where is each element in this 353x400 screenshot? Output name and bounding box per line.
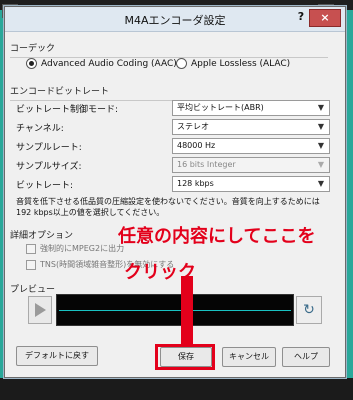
checkbox-icon [26, 243, 36, 254]
bitrate-mode-label: ビットレート制御モード: [16, 105, 119, 115]
bitrate-mode-select[interactable]: 平均ビットレート(ABR) ▼ [172, 100, 330, 116]
bitrate-section: エンコードビットレート [10, 84, 328, 101]
waveform-display [56, 294, 294, 326]
sample-rate-label: サンプルレート: [16, 143, 82, 153]
radio-unselected-icon [176, 58, 187, 69]
preview-panel: ↻ [28, 294, 322, 326]
chevron-down-icon: ▼ [317, 141, 325, 150]
codec-radio-group: Advanced Audio Coding (AAC) Apple Lossle… [16, 58, 326, 72]
cancel-button[interactable]: キャンセル [222, 347, 276, 367]
bitrate-label: ビットレート: [16, 181, 74, 191]
dialog-title: M4Aエンコーダ設定 [124, 14, 226, 27]
chevron-down-icon: ▼ [317, 179, 325, 188]
sample-size-row: サンプルサイズ: 16 bits Integer ▼ [16, 157, 330, 173]
codec-section: コーデック [10, 41, 328, 58]
sample-size-value: 16 bits Integer [177, 160, 236, 169]
reset-defaults-button[interactable]: デフォルトに戻す [16, 346, 98, 366]
force-mpeg2-label: 強制的にMPEG2に出力 [40, 244, 125, 253]
codec-radio-aac[interactable]: Advanced Audio Coding (AAC) [26, 58, 177, 69]
bitrate-mode-row: ビットレート制御モード: 平均ビットレート(ABR) ▼ [16, 100, 330, 116]
sample-rate-value: 48000 Hz [177, 141, 216, 150]
codec-section-title: コーデック [10, 44, 56, 54]
annotation-arrow [181, 276, 193, 346]
channel-row: チャンネル: ステレオ ▼ [16, 119, 330, 135]
bitrate-select[interactable]: 128 kbps ▼ [172, 176, 330, 192]
bitrate-row: ビットレート: 128 kbps ▼ [16, 176, 330, 192]
channel-value: ステレオ [177, 122, 209, 131]
chevron-down-icon: ▼ [317, 160, 325, 169]
quality-note: 音質を低下させる低品質の圧縮設定を使わないでください。音質を向上するためには19… [16, 197, 320, 217]
force-mpeg2-checkbox[interactable]: 強制的にMPEG2に出力 [26, 243, 124, 254]
channel-select[interactable]: ステレオ ▼ [172, 119, 330, 135]
channel-label: チャンネル: [16, 124, 64, 134]
bitrate-mode-value: 平均ビットレート(ABR) [177, 103, 264, 112]
title-bar: M4Aエンコーダ設定 ? × [5, 7, 345, 32]
sample-rate-row: サンプルレート: 48000 Hz ▼ [16, 138, 330, 154]
background-timeline [0, 378, 353, 400]
play-button[interactable] [28, 296, 52, 324]
help-button[interactable]: ヘルプ [282, 347, 330, 367]
sample-size-select: 16 bits Integer ▼ [172, 157, 330, 173]
bitrate-section-title: エンコードビットレート [10, 87, 110, 97]
waveform-line [59, 310, 291, 311]
codec-radio-alac[interactable]: Apple Lossless (ALAC) [176, 58, 290, 69]
chevron-down-icon: ▼ [317, 103, 325, 112]
loop-button[interactable]: ↻ [296, 296, 322, 324]
sample-size-label: サンプルサイズ: [16, 162, 82, 172]
sample-rate-select[interactable]: 48000 Hz ▼ [172, 138, 330, 154]
chevron-down-icon: ▼ [317, 122, 325, 131]
bitrate-value: 128 kbps [177, 179, 214, 188]
help-icon[interactable]: ? [295, 10, 307, 24]
codec-radio-aac-label: Advanced Audio Coding (AAC) [41, 58, 177, 69]
annotation-line-1: 任意の内容にしてここを [118, 226, 316, 247]
detail-section: 詳細オプション [10, 228, 110, 241]
close-button[interactable]: × [309, 9, 341, 27]
checkbox-icon [26, 259, 36, 270]
codec-radio-alac-label: Apple Lossless (ALAC) [191, 58, 291, 69]
annotation-highlight-box [155, 344, 215, 370]
detail-section-title: 詳細オプション [10, 231, 74, 241]
radio-selected-icon [26, 58, 37, 69]
